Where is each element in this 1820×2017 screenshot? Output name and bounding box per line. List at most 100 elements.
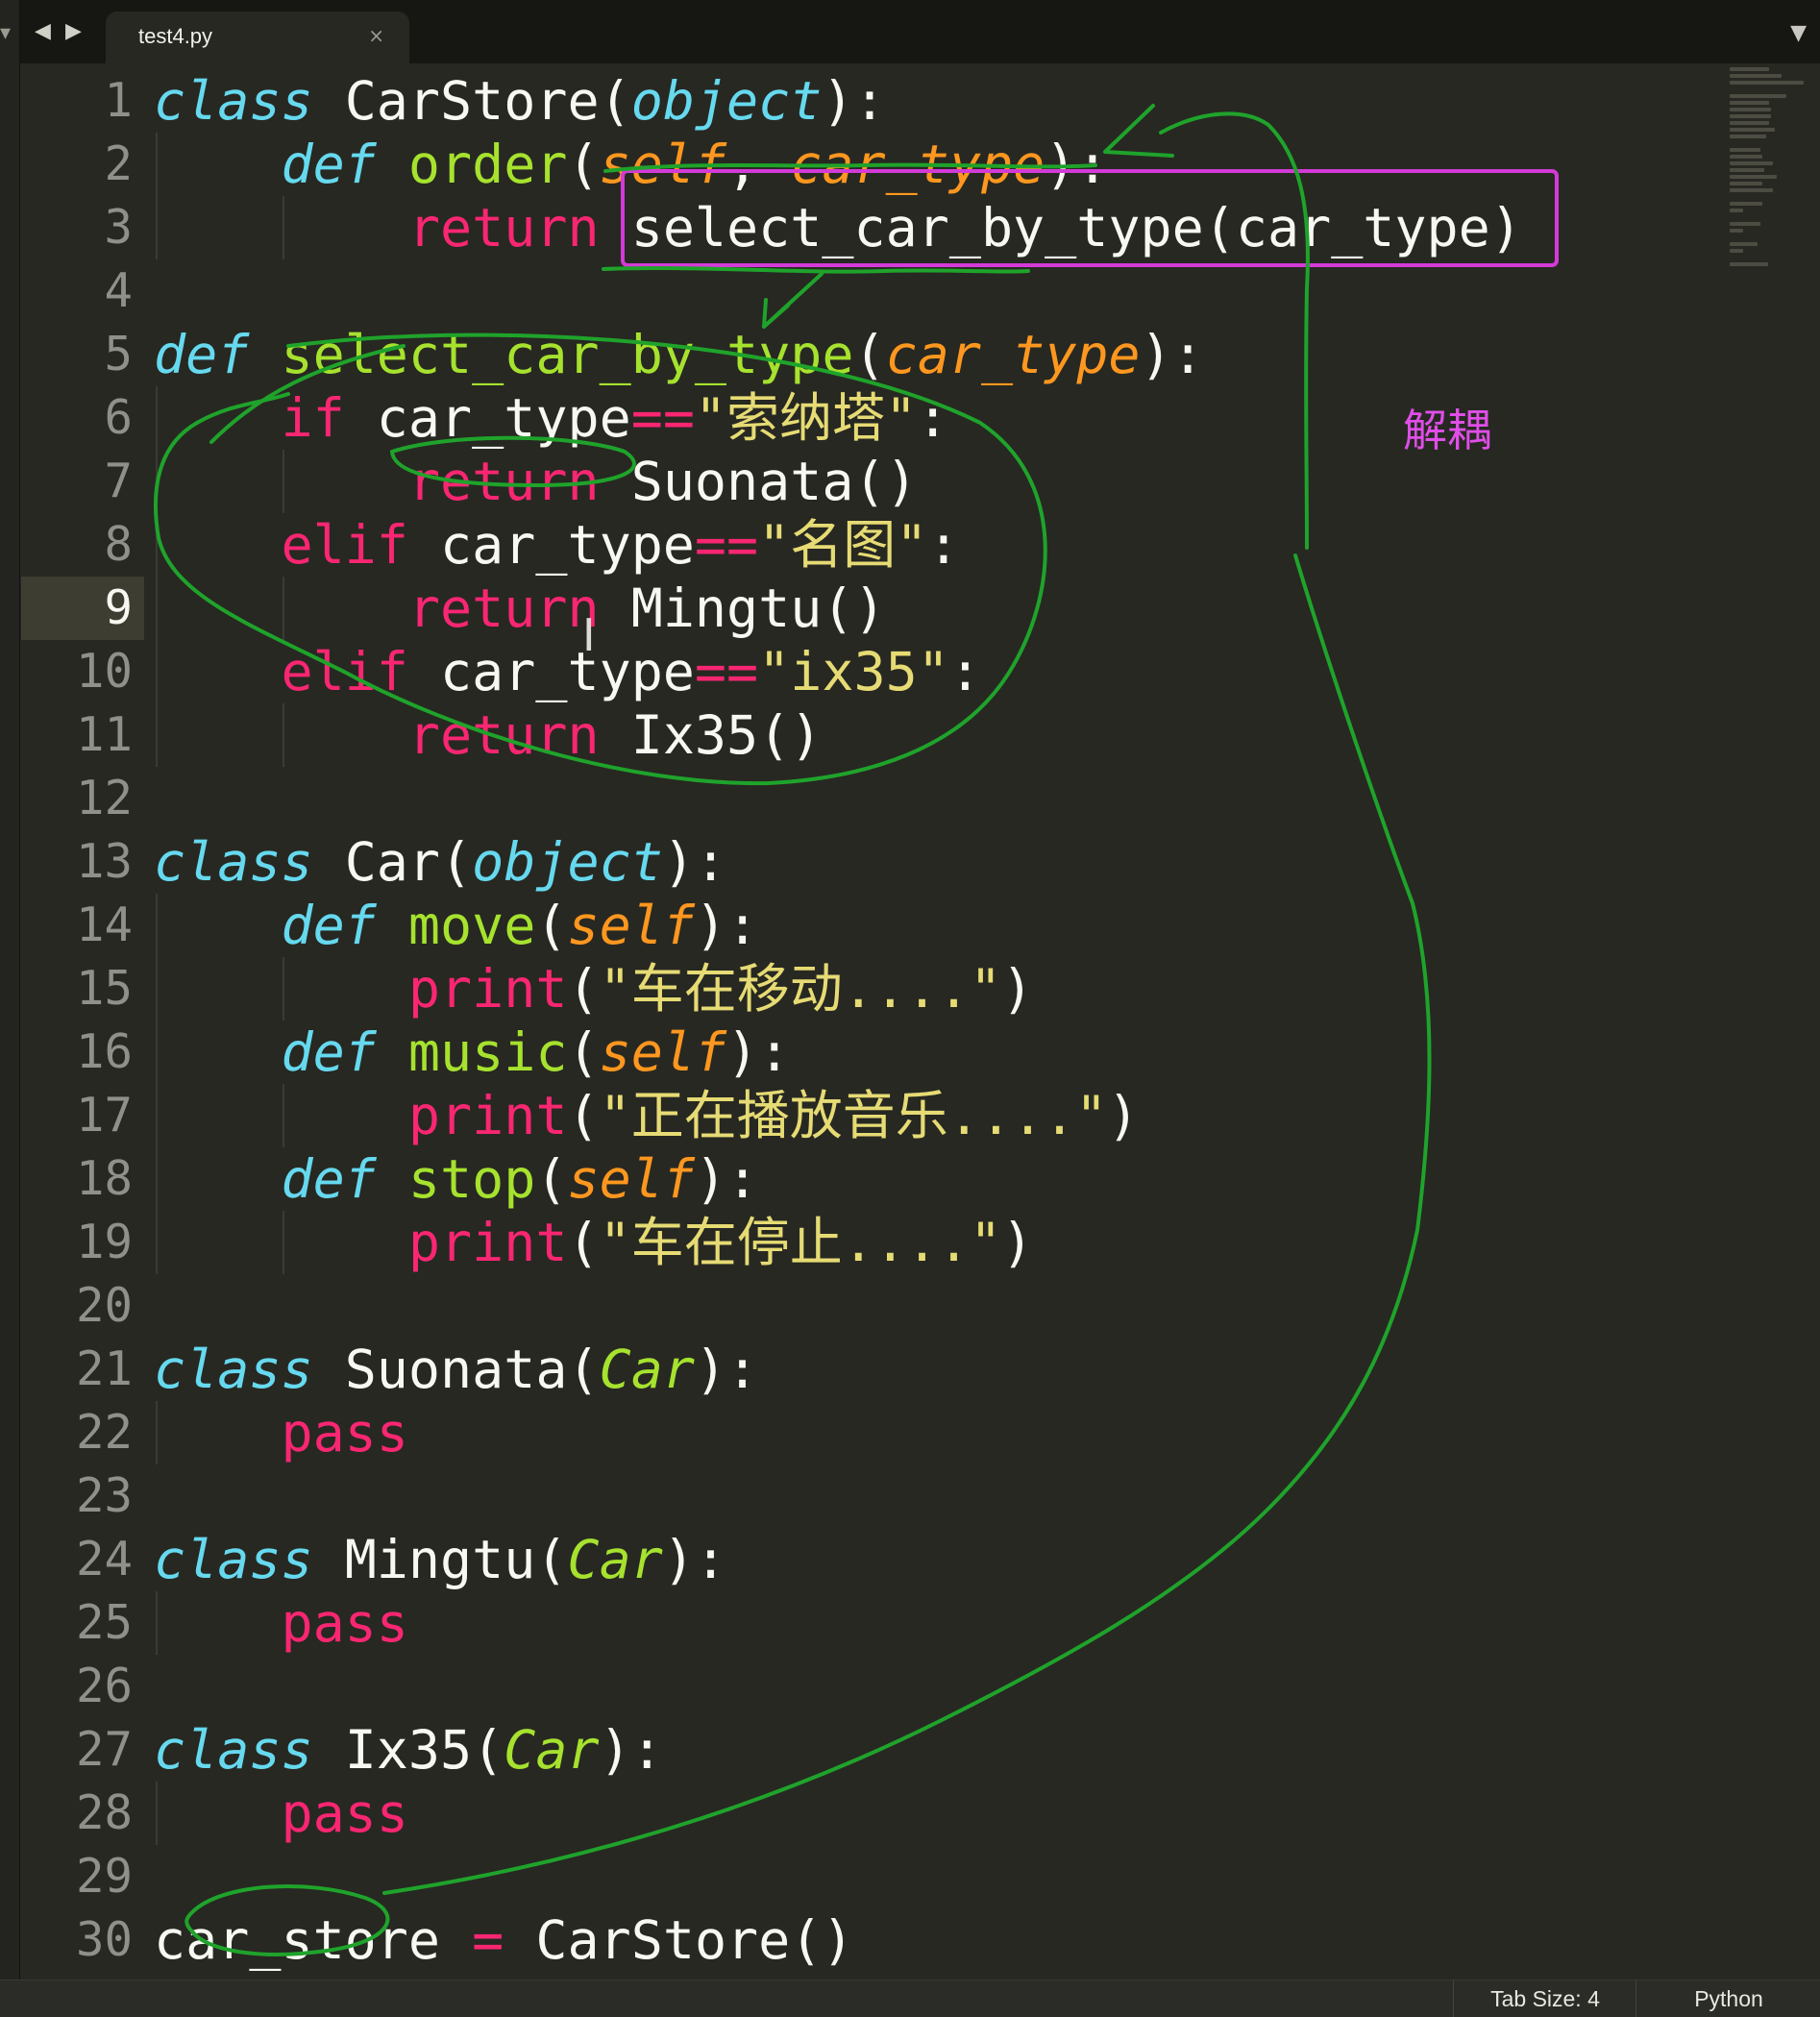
line-number: 27: [75, 1722, 133, 1777]
line-number: 14: [75, 898, 133, 952]
minimap-line: [1730, 175, 1777, 179]
code-token: print: [407, 958, 568, 1020]
side-chevron-icon[interactable]: ▾: [0, 21, 11, 45]
code-line[interactable]: [154, 1274, 1710, 1338]
line-number: 9: [21, 577, 144, 640]
code-token: def: [154, 324, 250, 385]
line-number: 7: [104, 454, 133, 508]
nav-forward-icon[interactable]: ▶: [65, 19, 82, 43]
code-line[interactable]: [154, 259, 1710, 323]
code-line[interactable]: def stop(self):: [154, 1147, 1710, 1211]
code-line[interactable]: print("正在播放音乐...."): [154, 1084, 1710, 1147]
minimap-line: [1730, 262, 1768, 266]
tab-overflow-icon[interactable]: ▼: [1790, 21, 1807, 45]
side-strip: ▾: [0, 0, 20, 1980]
code-line[interactable]: class Suonata(Car):: [154, 1338, 1710, 1401]
syntax-indicator[interactable]: Python: [1636, 1980, 1820, 2017]
code-token: return: [407, 704, 600, 766]
nav-back-icon[interactable]: ◀: [35, 19, 51, 43]
code-area[interactable]: class CarStore(object): def order(self, …: [154, 69, 1710, 1972]
code-line[interactable]: class CarStore(object):: [154, 69, 1710, 133]
code-line[interactable]: def select_car_by_type(car_type):: [154, 323, 1710, 386]
tab-size-indicator[interactable]: Tab Size: 4: [1453, 1980, 1636, 2017]
code-line[interactable]: def move(self):: [154, 894, 1710, 957]
code-token: ):: [694, 1339, 759, 1400]
code-line[interactable]: [154, 1845, 1710, 1908]
code-line[interactable]: pass: [154, 1591, 1710, 1655]
code-token: ):: [662, 1529, 727, 1590]
line-number: 4: [104, 263, 133, 318]
code-line[interactable]: elif car_type=="ix35":: [154, 640, 1710, 703]
code-token: Ix35(): [599, 704, 823, 766]
tab-test4-py[interactable]: test4.py ×: [106, 12, 409, 63]
code-line[interactable]: [154, 767, 1710, 830]
code-token: (: [535, 895, 568, 956]
line-number: 24: [75, 1532, 133, 1587]
code-token: Ix35(: [312, 1719, 504, 1781]
code-token: Car: [599, 1339, 695, 1400]
code-line[interactable]: return select_car_by_type(car_type): [154, 196, 1710, 259]
code-token: CarStore(): [504, 1909, 854, 1971]
code-token: object: [630, 70, 823, 132]
code-line[interactable]: [154, 1655, 1710, 1718]
code-line[interactable]: class Ix35(Car):: [154, 1718, 1710, 1782]
line-number: 2: [104, 136, 133, 191]
code-token: self: [567, 895, 695, 956]
code-token: :: [927, 514, 960, 576]
code-line[interactable]: [154, 1464, 1710, 1528]
code-token: ): [1107, 1085, 1140, 1146]
code-token: ):: [694, 1148, 759, 1210]
code-line[interactable]: pass: [154, 1401, 1710, 1464]
code-line[interactable]: def order(self, car_type):: [154, 133, 1710, 196]
line-number: 1: [104, 73, 133, 128]
line-number: 5: [104, 327, 133, 381]
code-line[interactable]: return Ix35(): [154, 703, 1710, 767]
code-token: print: [407, 1212, 568, 1273]
minimap-line: [1730, 135, 1766, 138]
line-number: 19: [75, 1215, 133, 1269]
line-number: 23: [75, 1468, 133, 1523]
code-token: car_store: [154, 1909, 473, 1971]
line-number: 26: [75, 1659, 133, 1713]
code-line[interactable]: print("车在移动...."): [154, 957, 1710, 1021]
code-token: ):: [694, 895, 759, 956]
line-number: 25: [75, 1595, 133, 1650]
code-line[interactable]: return Mingtu(): [154, 577, 1710, 640]
line-number-gutter[interactable]: 1 2 3 4 5 6 7 8 9 10 11 12 13 14 15 16 17 18 19 20 21 22 23 24 2…: [21, 69, 144, 1972]
minimap-line: [1730, 121, 1770, 125]
code-line[interactable]: pass: [154, 1782, 1710, 1845]
code-token: move: [407, 895, 536, 956]
code-line[interactable]: print("车在停止...."): [154, 1211, 1710, 1274]
code-line[interactable]: elif car_type=="名图":: [154, 513, 1710, 577]
line-number: 29: [75, 1849, 133, 1904]
minimap-line: [1730, 74, 1782, 78]
code-token: class: [154, 70, 313, 132]
code-token: order: [407, 134, 568, 195]
code-token: def: [281, 1148, 377, 1210]
code-token: select_car_by_type: [281, 324, 854, 385]
code-line[interactable]: def music(self):: [154, 1021, 1710, 1084]
minimap[interactable]: [1730, 67, 1810, 266]
code-line[interactable]: class Car(object):: [154, 830, 1710, 894]
line-number: 11: [75, 707, 133, 762]
code-line[interactable]: class Mingtu(Car):: [154, 1528, 1710, 1591]
line-number: 30: [75, 1912, 133, 1967]
code-line[interactable]: car_store = CarStore(): [154, 1908, 1710, 1972]
code-token: (: [567, 958, 600, 1020]
line-number: 3: [104, 200, 133, 255]
close-icon[interactable]: ×: [368, 24, 384, 47]
code-token: pass: [281, 1402, 408, 1464]
code-token: (: [567, 134, 600, 195]
line-number: 18: [75, 1151, 133, 1206]
code-token: class: [154, 1529, 313, 1590]
code-token: ): [1001, 958, 1034, 1020]
minimap-line: [1730, 128, 1775, 132]
code-token: CarStore(: [312, 70, 631, 132]
